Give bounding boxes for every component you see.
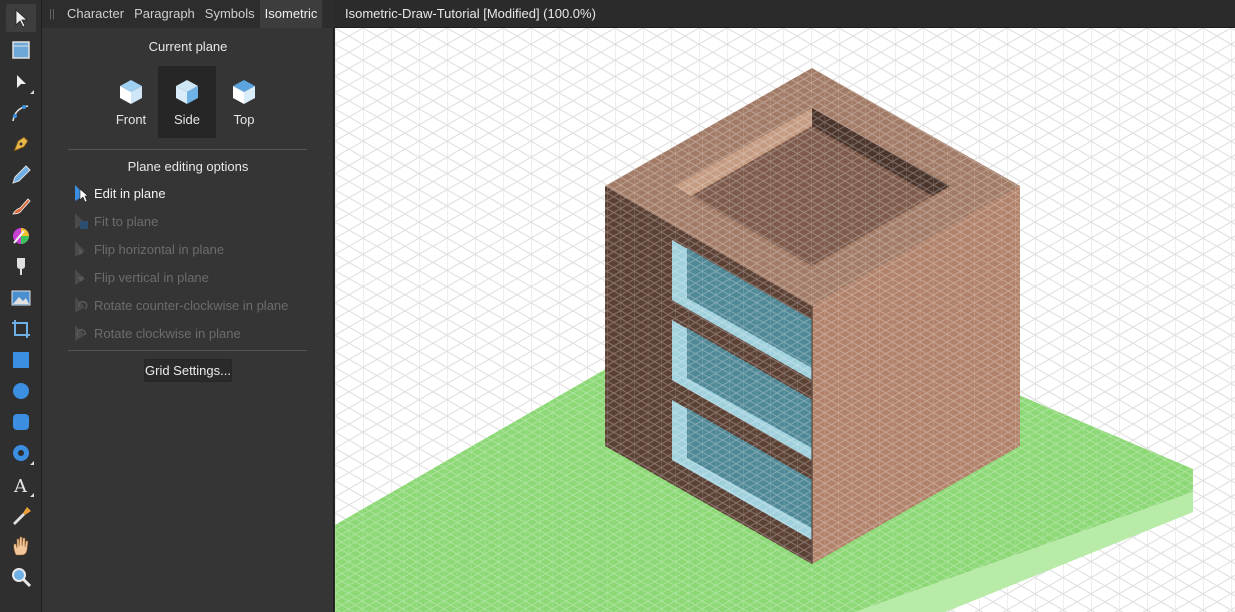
svg-text:A: A: [13, 476, 28, 496]
pencil-tool-icon[interactable]: [6, 161, 36, 189]
flip-horizontal-icon: [68, 238, 94, 260]
flip-horizontal-label: Flip horizontal in plane: [94, 241, 225, 257]
tools-toolbar: A: [0, 0, 42, 612]
rotate-cw-label: Rotate clockwise in plane: [94, 325, 241, 341]
donut-tool-icon[interactable]: [6, 439, 36, 467]
tab-symbols[interactable]: Symbols: [200, 0, 260, 28]
plane-top-label: Top: [233, 112, 255, 127]
flip-vertical-icon: [68, 266, 94, 288]
corner-tool-icon[interactable]: [6, 99, 36, 127]
node-tool-icon[interactable]: [6, 68, 36, 96]
plane-editing-title: Plane editing options: [127, 159, 249, 174]
rotate-ccw-icon: [68, 294, 94, 316]
rounded-rectangle-tool-icon[interactable]: [6, 408, 36, 436]
ellipse-tool-icon[interactable]: [6, 377, 36, 405]
plane-front-button[interactable]: Front: [102, 66, 160, 138]
vector-brush-tool-icon[interactable]: [6, 192, 36, 220]
text-tool-icon[interactable]: A: [6, 471, 36, 499]
fill-tool-icon[interactable]: [6, 222, 36, 250]
grid-settings-button[interactable]: Grid Settings...: [144, 359, 232, 382]
panel-grip-icon[interactable]: ||: [42, 0, 62, 28]
tab-paragraph[interactable]: Paragraph: [129, 0, 200, 28]
flip-vertical-label: Flip vertical in plane: [94, 269, 209, 285]
zoom-tool-icon[interactable]: [6, 563, 36, 591]
move-tool-icon[interactable]: [6, 4, 36, 32]
document-title[interactable]: Isometric-Draw-Tutorial [Modified] (100.…: [345, 0, 596, 28]
isometric-drawing[interactable]: [335, 28, 1235, 612]
flip-horizontal-option[interactable]: Flip horizontal in plane: [68, 237, 224, 261]
edit-in-plane-icon: [68, 182, 94, 204]
document-canvas[interactable]: [335, 28, 1235, 612]
place-image-tool-icon[interactable]: [6, 284, 36, 312]
fit-to-plane-option[interactable]: Fit to plane: [68, 209, 158, 233]
plane-side-button[interactable]: Side: [158, 66, 216, 138]
tab-character[interactable]: Character: [62, 0, 129, 28]
color-picker-tool-icon[interactable]: [6, 501, 36, 529]
tab-isometric[interactable]: Isometric: [259, 0, 323, 28]
artboard-tool-icon[interactable]: [6, 36, 36, 64]
rotate-cw-icon: [68, 322, 94, 344]
edit-in-plane-option[interactable]: Edit in plane: [68, 181, 166, 205]
document-tab-bar: Isometric-Draw-Tutorial [Modified] (100.…: [335, 0, 1235, 28]
cube-side-icon: [176, 80, 198, 104]
plane-top-button[interactable]: Top: [215, 66, 273, 138]
current-plane-title: Current plane: [148, 39, 228, 54]
rectangle-tool-icon[interactable]: [6, 346, 36, 374]
cube-top-icon: [233, 80, 255, 104]
plane-front-label: Front: [115, 112, 147, 127]
rotate-ccw-option[interactable]: Rotate counter-clockwise in plane: [68, 293, 288, 317]
panel-tabs: || Character Paragraph Symbols Isometric: [42, 0, 334, 28]
fit-to-plane-icon: [68, 210, 94, 232]
divider: [68, 149, 307, 150]
fit-to-plane-label: Fit to plane: [94, 213, 159, 229]
pen-tool-icon[interactable]: [6, 130, 36, 158]
divider: [68, 350, 307, 351]
rotate-cw-option[interactable]: Rotate clockwise in plane: [68, 321, 241, 345]
view-tool-icon[interactable]: [6, 532, 36, 560]
cube-front-icon: [120, 80, 142, 104]
rotate-ccw-label: Rotate counter-clockwise in plane: [94, 297, 289, 313]
transparency-tool-icon[interactable]: [6, 253, 36, 281]
flip-vertical-option[interactable]: Flip vertical in plane: [68, 265, 209, 289]
isometric-panel: || Character Paragraph Symbols Isometric…: [42, 0, 334, 612]
edit-in-plane-label: Edit in plane: [94, 185, 166, 201]
crop-tool-icon[interactable]: [6, 315, 36, 343]
plane-side-label: Side: [173, 112, 201, 127]
